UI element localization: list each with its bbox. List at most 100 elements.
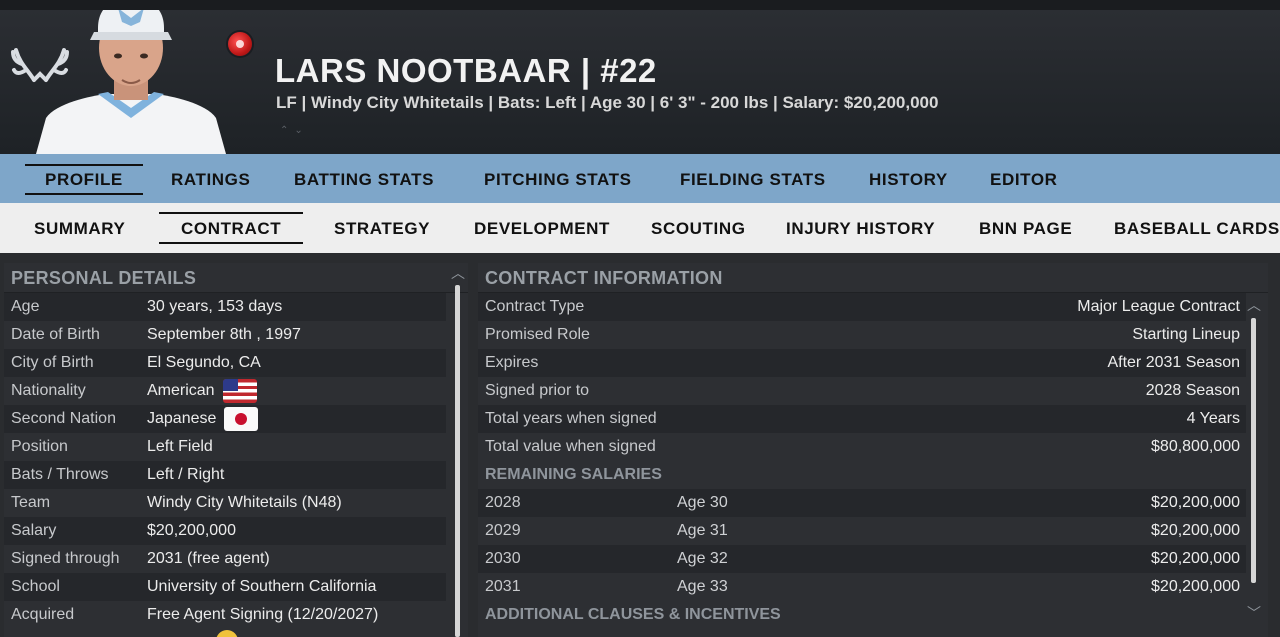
contract-value: After 2031 Season [1107,354,1240,371]
tab-bnn-page[interactable]: BNN PAGE [979,203,1072,253]
salary-amount: $20,200,000 [1151,522,1240,539]
tab-ratings[interactable]: RATINGS [171,154,250,203]
detail-value: 2031 (free agent) [147,550,270,567]
contract-value: Major League Contract [1077,298,1240,315]
window-top-strip [0,0,1280,10]
contract-information-title: CONTRACT INFORMATION [478,263,1268,293]
japan-flag-icon [224,407,259,431]
detail-row-age: Age 30 years, 153 days [4,293,446,321]
contract-label: Contract Type [485,298,585,315]
salary-row: 2031 Age 33 $20,200,000 [478,573,1246,601]
scroll-up-icon[interactable]: ︿ [451,263,465,283]
tab-batting-stats[interactable]: BATTING STATS [294,154,434,203]
tab-scouting[interactable]: SCOUTING [651,203,746,253]
salary-year: 2031 [485,578,521,595]
tab-development[interactable]: DEVELOPMENT [474,203,610,253]
contract-scrollbar[interactable]: ︿ ﹀ [1247,263,1261,637]
salary-row: 2028 Age 30 $20,200,000 [478,489,1246,517]
detail-row-second-nation: Second Nation Japanese [4,405,446,433]
detail-value: Free Agent Signing (12/20/2027) [147,606,379,623]
detail-row-position: Position Left Field [4,433,446,461]
tab-baseball-cards[interactable]: BASEBALL CARDS [1114,203,1280,253]
salary-age: Age 33 [677,578,728,595]
scrollbar-thumb[interactable] [455,285,460,637]
detail-value-team-link[interactable]: Windy City Whitetails (N48) [147,489,342,517]
detail-value-wrap: Japanese [147,405,259,433]
detail-value: Left / Right [147,466,225,483]
player-portrait [36,10,226,154]
detail-label: Second Nation [11,410,116,427]
detail-row-signed-through: Signed through 2031 (free agent) [4,545,446,573]
salary-amount: $20,200,000 [1151,550,1240,567]
contract-value: 2028 Season [1145,382,1240,399]
detail-value: $20,200,000 [147,522,236,539]
tab-fielding-stats[interactable]: FIELDING STATS [680,154,826,203]
salary-age: Age 31 [677,522,728,539]
contract-value: $80,800,000 [1151,438,1240,455]
detail-label: Position [11,438,68,455]
detail-label: Bats / Throws [11,466,109,483]
salary-amount: $20,200,000 [1151,494,1240,511]
detail-value-wrap: American [147,377,257,405]
contract-row-type: Contract Type Major League Contract [478,293,1246,321]
contract-label: Total value when signed [485,438,656,455]
detail-label: Nationality [11,382,86,399]
tab-injury-history[interactable]: INJURY HISTORY [786,203,935,253]
salary-year: 2029 [485,522,521,539]
detail-row-salary: Salary $20,200,000 [4,517,446,545]
personal-details-scrollbar[interactable]: ︿ [451,263,465,637]
tab-profile[interactable]: PROFILE [25,154,143,203]
detail-label: Acquired [11,606,75,623]
tab-contract[interactable]: CONTRACT [158,203,304,253]
detail-row-date-of-birth: Date of Birth September 8th , 1997 [4,321,446,349]
personal-details-title: PERSONAL DETAILS [4,263,468,293]
detail-row-acquired: Acquired Free Agent Signing (12/20/2027) [4,601,446,629]
tab-strategy[interactable]: STRATEGY [334,203,430,253]
scroll-up-icon[interactable]: ︿ [1247,295,1261,315]
contract-label: Signed prior to [485,382,590,399]
detail-row-school: School University of Southern California [4,573,446,601]
detail-label: Salary [11,522,57,539]
status-badge-icon[interactable] [228,32,252,56]
secondary-nav: SUMMARY CONTRACT STRATEGY DEVELOPMENT SC… [0,203,1280,253]
contract-label: Expires [485,354,539,371]
tab-editor[interactable]: EDITOR [990,154,1058,203]
contract-row-expires: Expires After 2031 Season [478,349,1246,377]
detail-value: 30 years, 153 days [147,298,283,315]
remaining-salaries-heading: REMAINING SALARIES [485,466,662,483]
additional-clauses-heading: ADDITIONAL CLAUSES & INCENTIVES [485,606,781,623]
detail-row-nationality: Nationality American [4,377,446,405]
salary-amount: $20,200,000 [1151,578,1240,595]
player-meta: LF | Windy City Whitetails | Bats: Left … [276,93,939,112]
contract-information-panel: CONTRACT INFORMATION Contract Type Major… [478,263,1268,637]
collapse-chevron-icon[interactable]: ⌃⌄ [280,125,309,136]
detail-value: Left Field [147,438,213,455]
salary-row: 2029 Age 31 $20,200,000 [478,517,1246,545]
scrollbar-thumb[interactable] [1251,318,1256,583]
detail-row-city-of-birth: City of Birth El Segundo, CA [4,349,446,377]
detail-label: City of Birth [11,354,94,371]
contract-row-total-value: Total value when signed $80,800,000 [478,433,1246,461]
detail-value: University of Southern California [147,578,377,595]
tab-history[interactable]: HISTORY [869,154,948,203]
contract-label: Total years when signed [485,410,657,427]
tab-summary[interactable]: SUMMARY [34,203,125,253]
contract-value: 4 Years [1186,410,1240,427]
detail-row-bats-throws: Bats / Throws Left / Right [4,461,446,489]
detail-label: Team [11,494,51,511]
detail-row-team: Team Windy City Whitetails (N48) [4,489,446,517]
contract-row-total-years: Total years when signed 4 Years [478,405,1246,433]
tab-pitching-stats[interactable]: PITCHING STATS [484,154,632,203]
personal-details-panel: PERSONAL DETAILS Age 30 years, 153 days … [4,263,468,637]
contract-row-promised-role: Promised Role Starting Lineup [478,321,1246,349]
salary-row: 2030 Age 32 $20,200,000 [478,545,1246,573]
contract-row-signed-prior: Signed prior to 2028 Season [478,377,1246,405]
detail-value: September 8th , 1997 [147,326,301,343]
scroll-down-icon[interactable]: ﹀ [1247,603,1261,623]
salary-age: Age 32 [677,550,728,567]
detail-label: Age [11,298,40,315]
detail-value: Japanese [147,410,217,427]
detail-value[interactable]: El Segundo, CA [147,349,261,377]
salary-age: Age 30 [677,494,728,511]
contract-label: Promised Role [485,326,590,343]
